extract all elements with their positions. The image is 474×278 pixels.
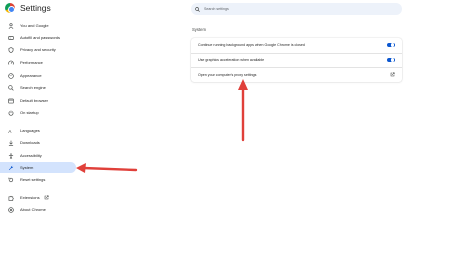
search-bar[interactable] [191, 3, 402, 15]
sidebar-item-performance[interactable]: Performance [0, 57, 76, 68]
palette-icon [7, 72, 15, 80]
accessibility-icon [7, 152, 15, 160]
graphics-acceleration-toggle[interactable] [387, 57, 395, 63]
sidebar-item-label: About Chrome [20, 207, 46, 212]
setting-row-proxy-settings[interactable]: Open your computer's proxy settings [191, 67, 402, 81]
sidebar-item-label: Performance [20, 60, 43, 65]
sidebar-item-extensions[interactable]: Extensions [0, 192, 76, 203]
search-input[interactable] [204, 7, 384, 11]
sidebar-item-label: Extensions [20, 195, 40, 200]
sidebar-item-label: Downloads [20, 140, 40, 145]
sidebar-item-about-chrome[interactable]: About Chrome [0, 204, 76, 215]
section-title: System [192, 27, 206, 32]
sidebar-item-downloads[interactable]: Downloads [0, 137, 76, 148]
reset-icon [7, 176, 15, 184]
browser-icon [7, 97, 15, 105]
sidebar-item-label: Autofill and passwords [20, 35, 61, 40]
sidebar-item-label: You and Google [20, 23, 49, 28]
sidebar-item-languages[interactable]: A Languages [0, 125, 76, 136]
sidebar-item-system[interactable]: System [0, 162, 76, 173]
sidebar-item-label: Languages [20, 128, 40, 133]
power-icon [7, 109, 15, 117]
sidebar-item-label: Appearance [20, 73, 42, 78]
search-icon [7, 84, 15, 92]
open-in-new-icon[interactable] [390, 72, 395, 77]
speedometer-icon [7, 59, 15, 67]
sidebar-item-label: Accessibility [20, 153, 42, 158]
shield-icon [7, 46, 15, 54]
sidebar-item-search-engine[interactable]: Search engine [0, 82, 76, 93]
setting-row-background-apps[interactable]: Continue running background apps when Go… [191, 38, 402, 52]
sidebar-item-on-startup[interactable]: On startup [0, 107, 76, 118]
background-apps-toggle[interactable] [387, 42, 395, 48]
sidebar-item-autofill[interactable]: Autofill and passwords [0, 32, 76, 43]
download-icon [7, 139, 15, 147]
open-in-new-icon [44, 195, 49, 200]
arrow-to-proxy [238, 79, 248, 142]
setting-row-graphics-acceleration[interactable]: Use graphics acceleration when available [191, 52, 402, 67]
wrench-icon [7, 164, 15, 172]
sidebar-item-you-and-google[interactable]: You and Google [0, 20, 76, 31]
system-settings-card: Continue running background apps when Go… [191, 38, 402, 82]
sidebar-item-label: System [20, 165, 34, 170]
puzzle-icon [7, 194, 15, 202]
sidebar-item-appearance[interactable]: Appearance [0, 70, 76, 81]
sidebar-item-accessibility[interactable]: Accessibility [0, 150, 76, 161]
setting-label: Open your computer's proxy settings [198, 72, 257, 77]
setting-label: Continue running background apps when Go… [198, 43, 305, 47]
sidebar-item-reset-settings[interactable]: Reset settings [0, 174, 76, 185]
arrow-to-system [76, 163, 138, 173]
app-title: Settings [20, 3, 51, 13]
autofill-icon [7, 34, 15, 42]
sidebar-item-label: Privacy and security [20, 47, 56, 52]
sidebar-item-label: On startup [20, 110, 39, 115]
person-icon [7, 22, 15, 30]
sidebar-item-label: Search engine [20, 85, 46, 90]
chrome-icon [7, 206, 15, 214]
sidebar-item-privacy[interactable]: Privacy and security [0, 44, 76, 55]
language-icon: A [7, 127, 15, 135]
sidebar-item-label: Default browser [20, 98, 49, 103]
sidebar-nav: You and Google Autofill and passwords Pr… [0, 20, 80, 220]
chrome-logo-icon [5, 3, 15, 13]
sidebar-item-label: Reset settings [20, 177, 46, 182]
svg-text:A: A [8, 128, 12, 133]
search-icon [195, 6, 200, 12]
sidebar-item-default-browser[interactable]: Default browser [0, 95, 76, 106]
setting-label: Use graphics acceleration when available [198, 58, 265, 62]
